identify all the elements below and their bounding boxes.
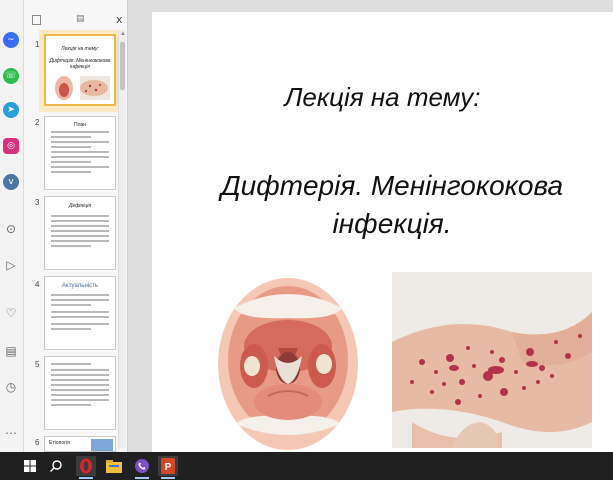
text-line — [51, 379, 109, 381]
vk-icon[interactable]: v — [3, 174, 19, 190]
thumbnails-scrollbar[interactable]: ▲ — [118, 30, 126, 448]
thumbnail-images — [55, 76, 110, 100]
text-line — [51, 374, 109, 376]
rash-photo[interactable] — [392, 272, 592, 448]
text-line — [51, 156, 109, 158]
current-slide[interactable]: Лекція на тему: Дифтерія. Менінгококова … — [152, 12, 613, 452]
text-line — [51, 404, 91, 406]
slide-title[interactable]: Лекція на тему: — [152, 82, 613, 113]
thumbnail-title: Лекція на тему: — [61, 46, 99, 52]
whatsapp-icon[interactable]: ☏ — [3, 68, 19, 84]
telegram-icon[interactable]: ➤ — [3, 102, 19, 118]
text-line — [51, 363, 91, 365]
text-line — [51, 141, 109, 143]
text-line — [51, 316, 109, 318]
throat-illustration[interactable] — [214, 274, 362, 452]
thumbnail-number: 6 — [35, 438, 40, 447]
text-line — [51, 215, 109, 217]
browser-sidebar: ~ ☏ ➤ ◎ v ⊙ ▷ ♡ ▤ ◷ ⋯ — [0, 0, 24, 452]
thumbnail-number: 1 — [35, 40, 40, 49]
text-line — [51, 394, 109, 396]
thumbnail-number: 2 — [35, 118, 40, 127]
text-line — [51, 369, 109, 371]
active-indicator — [161, 477, 175, 479]
text-line — [51, 299, 109, 301]
text-line — [51, 240, 109, 242]
text-line — [51, 384, 109, 386]
text-line — [51, 225, 109, 227]
slides-view-icon[interactable] — [32, 15, 41, 25]
thumbnail-number: 5 — [35, 360, 40, 369]
thumbnail-title: Актуальність — [62, 283, 98, 289]
search-icon[interactable] — [46, 456, 66, 476]
thumbnail-slide-5[interactable] — [44, 356, 116, 430]
text-line — [51, 161, 91, 163]
active-indicator — [79, 477, 93, 479]
heart-icon[interactable]: ♡ — [4, 306, 18, 320]
thumbnail-image — [91, 439, 113, 451]
text-line — [51, 294, 109, 296]
taskbar: P — [0, 452, 613, 480]
text-line — [51, 136, 91, 138]
file-explorer-icon[interactable] — [104, 456, 124, 476]
powerpoint-icon[interactable]: P — [158, 456, 178, 479]
instagram-icon[interactable]: ◎ — [3, 138, 19, 154]
text-line — [51, 323, 109, 325]
opera-icon[interactable] — [76, 456, 96, 479]
outline-view-icon[interactable]: ▤ — [76, 14, 85, 24]
text-line — [51, 311, 109, 313]
text-line — [51, 220, 109, 222]
scrollbar-thumb[interactable] — [120, 42, 125, 90]
rash-arm-image — [392, 272, 592, 448]
play-icon[interactable]: ▷ — [4, 258, 18, 272]
slide-editor: Лекція на тему: Дифтерія. Менінгококова … — [128, 0, 613, 452]
thumbnail-slide-4[interactable]: Актуальність — [44, 276, 116, 350]
screen: ~ ☏ ➤ ◎ v ⊙ ▷ ♡ ▤ ◷ ⋯ ▤ x 1 Лекція на те… — [0, 0, 613, 480]
text-line — [51, 131, 109, 133]
thumbnail-subtitle: Дифтерія. Менінгококова інфекція — [49, 58, 111, 70]
close-pane-button[interactable]: x — [116, 13, 123, 26]
start-icon[interactable] — [20, 456, 40, 476]
text-line — [51, 166, 109, 168]
text-line — [51, 151, 109, 153]
thumbnail-slide-6[interactable]: Етіологія — [44, 436, 116, 452]
text-line — [51, 230, 109, 232]
thumbnail-number: 4 — [35, 280, 40, 289]
text-line — [51, 171, 91, 173]
svg-text:P: P — [165, 462, 172, 473]
text-line — [51, 245, 91, 247]
thumbnail-slide-3[interactable]: Дефініція — [44, 196, 116, 270]
history-icon[interactable]: ⊙ — [4, 222, 18, 236]
viber-icon[interactable] — [132, 456, 152, 479]
thumbnail-slide-1[interactable]: Лекція на тему: Дифтерія. Менінгококова … — [44, 34, 116, 106]
scroll-up-icon[interactable]: ▲ — [119, 30, 127, 38]
messenger-icon[interactable]: ~ — [3, 32, 19, 48]
text-line — [51, 399, 109, 401]
text-line — [51, 146, 91, 148]
thumbnail-title: Етіологія — [49, 440, 70, 446]
thumbnail-number: 3 — [35, 198, 40, 207]
notes-icon[interactable]: ▤ — [4, 344, 18, 358]
slide-thumbnails-pane: ▤ x 1 Лекція на тему: Дифтерія. Менінгок… — [24, 0, 128, 452]
more-icon[interactable]: ⋯ — [4, 426, 18, 440]
thumbnail-title: Дефініція — [68, 203, 92, 209]
running-indicator — [135, 477, 149, 479]
clock-icon[interactable]: ◷ — [4, 380, 18, 394]
thumbnail-title: План — [73, 122, 87, 128]
thumbnails-toolbar: ▤ x — [24, 12, 128, 28]
text-line — [51, 328, 91, 330]
text-line — [51, 389, 109, 391]
text-line — [51, 304, 91, 306]
slide-subtitle[interactable]: Дифтерія. Менінгококова інфекція. — [192, 167, 592, 243]
thumbnail-slide-2[interactable]: План — [44, 116, 116, 190]
text-line — [51, 235, 109, 237]
